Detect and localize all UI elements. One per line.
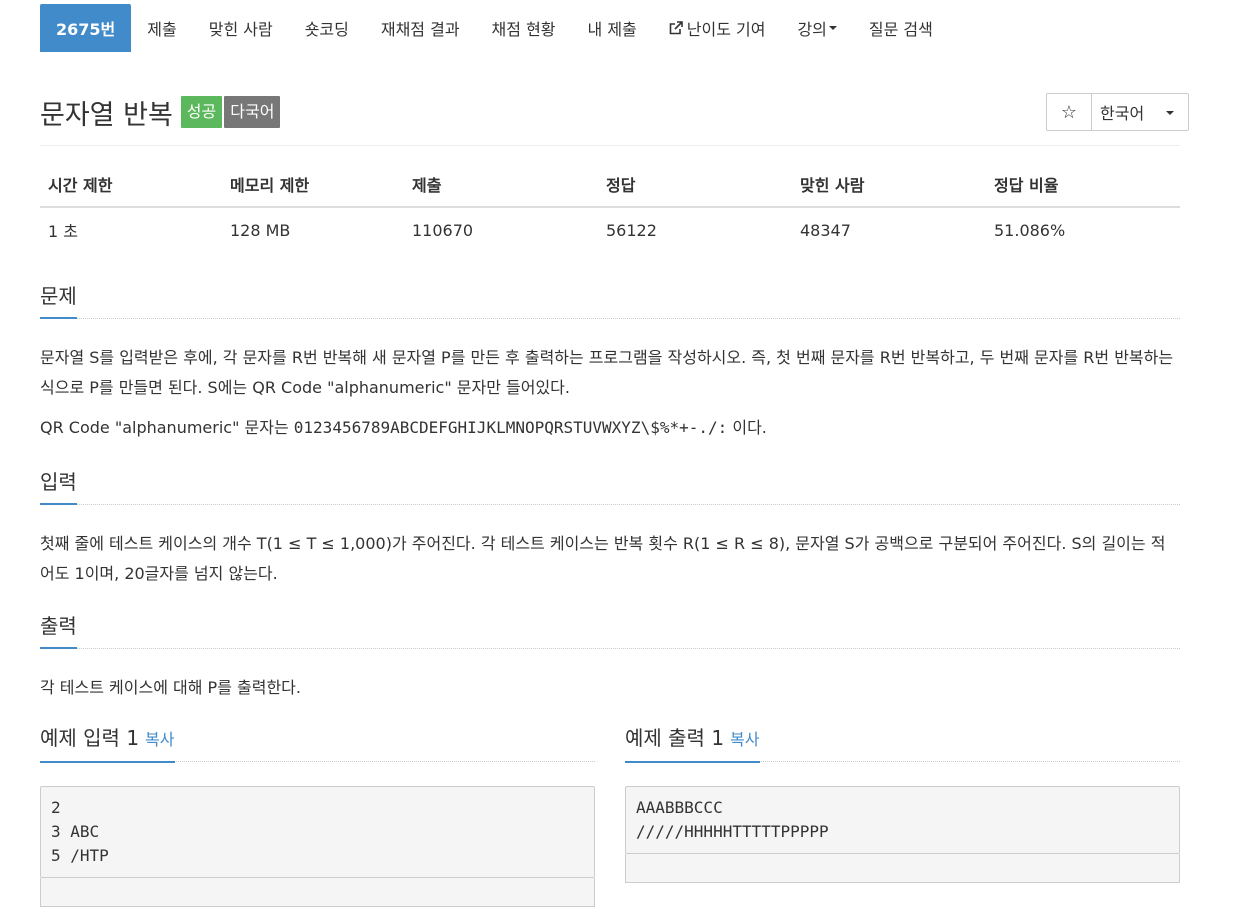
caret-down-icon (1166, 111, 1174, 115)
section-input-header: 입력 (40, 466, 1180, 505)
sample-input-footer (40, 878, 595, 907)
tab-problem[interactable]: 2675번 (40, 4, 132, 52)
header-accepted: 정답 (598, 162, 792, 208)
section-output-header: 출력 (40, 610, 1180, 649)
table-header-row: 시간 제한 메모리 제한 제출 정답 맞힌 사람 정답 비율 (40, 162, 1180, 208)
tab-rejudge-results[interactable]: 재채점 결과 (365, 4, 476, 52)
divider (40, 648, 1180, 649)
value-submissions: 110670 (412, 220, 474, 240)
input-description: 첫째 줄에 테스트 케이스의 개수 T(1 ≤ T ≤ 1,000)가 주어진다… (40, 534, 1166, 583)
problem-nav: 2675번 제출 맞힌 사람 숏코딩 재채점 결과 채점 현황 내 제출 난이도… (40, 4, 949, 52)
sample-input-code: 2 3 ABC 5 /HTP (40, 786, 595, 878)
sample-output-footer (625, 854, 1180, 883)
tab-short-coding[interactable]: 숏코딩 (289, 4, 365, 52)
sample-output-title: 예제 출력 1 (625, 726, 725, 750)
caret-down-icon (828, 26, 837, 30)
sample-input-header: 예제 입력 1 복사 (40, 722, 595, 763)
header-solved-users: 맞힌 사람 (792, 162, 986, 208)
value-memory-limit: 128 MB (230, 220, 291, 240)
header-accept-ratio: 정답 비율 (986, 162, 1180, 208)
problem-charset-line: QR Code "alphanumeric" 문자는 0123456789ABC… (40, 413, 1180, 443)
tab-difficulty-contribution[interactable]: 난이도 기여 (653, 4, 782, 52)
tab-difficulty-label: 난이도 기여 (686, 20, 766, 39)
sample-input-title: 예제 입력 1 (40, 726, 140, 750)
header-time-limit: 시간 제한 (40, 162, 222, 208)
copy-input-button[interactable]: 복사 (145, 730, 174, 749)
language-dropdown[interactable]: 한국어 (1092, 94, 1188, 130)
multilang-badge: 다국어 (224, 96, 281, 128)
external-link-icon (669, 21, 683, 35)
charset-code: 0123456789ABCDEFGHIJKLMNOPQRSTUVWXYZ\$%*… (293, 418, 728, 437)
section-title-input: 입력 (40, 466, 77, 505)
charset-suffix: 이다. (727, 418, 767, 437)
problem-title: 문자열 반복 (40, 99, 173, 131)
value-accepted: 56122 (606, 220, 657, 240)
problem-title-row: 문자열 반복 성공 다국어 (40, 92, 282, 132)
copy-output-button[interactable]: 복사 (730, 730, 759, 749)
section-title-problem: 문제 (40, 280, 77, 319)
sample-output-title-wrap: 예제 출력 1 복사 (625, 722, 760, 763)
tab-my-submissions[interactable]: 내 제출 (572, 4, 653, 52)
tab-submit[interactable]: 제출 (131, 4, 192, 52)
language-label: 한국어 (1100, 104, 1145, 123)
section-title-output: 출력 (40, 610, 77, 649)
tab-solved-users[interactable]: 맞힌 사람 (193, 4, 289, 52)
sample-output-panel: 예제 출력 1 복사 AAABBBCCC /////HHHHHTTTTTPPPPP (625, 722, 1180, 883)
sample-input-title-wrap: 예제 입력 1 복사 (40, 722, 175, 763)
sample-input-panel: 예제 입력 1 복사 2 3 ABC 5 /HTP (40, 722, 595, 907)
status-badge-success: 성공 (180, 96, 223, 128)
tab-question-search[interactable]: 질문 검색 (853, 4, 949, 52)
section-problem-header: 문제 (40, 280, 1180, 319)
sample-output-header: 예제 출력 1 복사 (625, 722, 1180, 763)
table-row: 1 초 128 MB 110670 56122 48347 51.086% (40, 207, 1180, 252)
sample-output-code: AAABBBCCC /////HHHHHTTTTTPPPPP (625, 786, 1180, 854)
value-time-limit: 1 초 (48, 222, 78, 241)
value-solved-users: 48347 (800, 220, 851, 240)
problem-description: 문자열 S를 입력받은 후에, 각 문자를 R번 반복해 새 문자열 P를 만든… (40, 348, 1174, 397)
divider (40, 318, 1180, 319)
tab-lecture-label: 강의 (797, 20, 827, 39)
title-actions: ☆ 한국어 (1046, 93, 1189, 131)
favorite-star-button[interactable]: ☆ (1047, 94, 1092, 130)
star-icon: ☆ (1060, 101, 1078, 123)
charset-prefix: QR Code "alphanumeric" 문자는 (40, 418, 294, 437)
tab-judge-status[interactable]: 채점 현황 (476, 4, 572, 52)
header-submissions: 제출 (404, 162, 598, 208)
header-memory-limit: 메모리 제한 (222, 162, 404, 208)
output-description: 각 테스트 케이스에 대해 P를 출력한다. (40, 678, 301, 697)
problem-info-table: 시간 제한 메모리 제한 제출 정답 맞힌 사람 정답 비율 1 초 128 M… (40, 162, 1180, 252)
tab-lecture-dropdown[interactable]: 강의 (781, 4, 852, 52)
value-accept-ratio: 51.086% (994, 220, 1066, 240)
divider (40, 504, 1180, 505)
divider (40, 145, 1180, 146)
